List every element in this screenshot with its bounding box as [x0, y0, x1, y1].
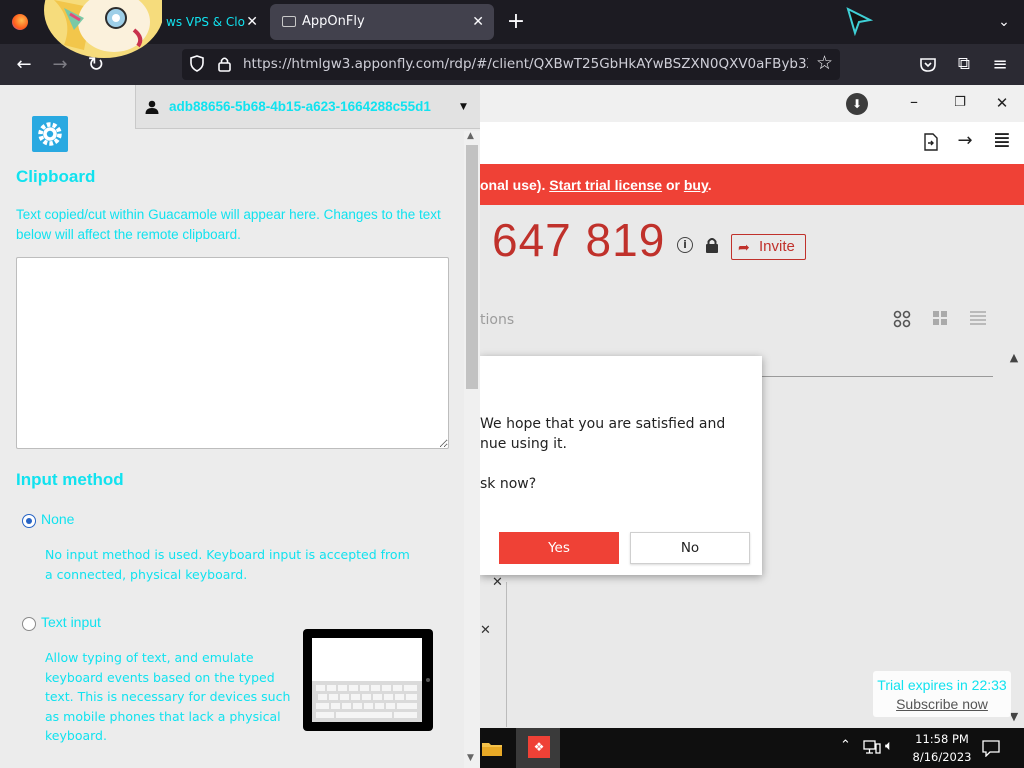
start-trial-license-link[interactable]: Start trial license — [549, 177, 662, 193]
option-none-label[interactable]: None — [41, 511, 74, 527]
padlock-icon[interactable] — [705, 237, 719, 253]
dialog-text-line-3: sk now? — [480, 476, 537, 492]
back-arrow-icon[interactable]: ← — [10, 44, 38, 85]
yes-button[interactable]: Yes — [499, 532, 619, 564]
tab-close-icon[interactable]: ✕ — [246, 4, 258, 40]
user-icon — [145, 99, 159, 114]
tab-apponfly[interactable]: AppOnFly ✕ — [270, 4, 494, 40]
trial-notice: Trial expires in 22:33 Subscribe now — [873, 671, 1011, 717]
menu-hamburger-icon[interactable]: ≡ — [986, 44, 1014, 85]
list-all-tabs-chevron-down-icon[interactable]: ⌄ — [994, 10, 1014, 34]
clock-time[interactable]: 11:58 PM — [912, 732, 972, 746]
bookmark-star-icon[interactable]: ☆ — [816, 52, 833, 74]
option-none-description: No input method is used. Keyboard input … — [45, 547, 410, 582]
radio-text-input[interactable] — [22, 617, 36, 631]
scroll-down-arrow-icon[interactable]: ▼ — [467, 753, 474, 763]
tablet-keyboard-illustration — [303, 629, 433, 731]
tray-chevron-up-icon[interactable]: ⌃ — [840, 738, 854, 758]
tile-view-icon[interactable] — [932, 310, 948, 326]
option-text-input-description: Allow typing of text, and emulate keyboa… — [45, 650, 291, 743]
panel-separator — [506, 582, 507, 727]
buy-link[interactable]: buy — [684, 177, 708, 193]
remote-desktop-area[interactable]: ⬇ – ❐ ✕ → ≣ onal use). Start trial licen… — [480, 85, 1024, 768]
user-menu[interactable]: adb88656-5b68-4b15-a623-1664288c55d1 ▼ — [135, 85, 480, 129]
anydesk-id-number: 647 819 — [492, 214, 666, 266]
no-button[interactable]: No — [630, 532, 750, 564]
anydesk-icon: ❖ — [528, 736, 550, 758]
chevron-down-icon: ▼ — [460, 102, 467, 112]
url-bar[interactable]: https://htmlgw3.apponfly.com/rdp/#/clien… — [182, 49, 840, 80]
close-icon[interactable]: ✕ — [992, 92, 1012, 112]
lock-icon[interactable] — [218, 56, 231, 72]
panel-scrollbar-thumb[interactable] — [466, 145, 478, 389]
share-arrow-icon: ➦ — [738, 239, 750, 255]
panel-close-icon[interactable]: ✕ — [492, 575, 506, 591]
file-explorer-folder-icon[interactable] — [482, 740, 502, 756]
dialog-text-line-1: We hope that you are satisfied and — [480, 416, 726, 432]
volume-icon[interactable]: 🔈︎ — [885, 738, 903, 756]
panel-scrollbar-track[interactable]: ▲ ▼ — [464, 131, 480, 768]
tab-page-icon — [282, 16, 296, 27]
extensions-puzzle-icon[interactable]: ⧉ — [950, 44, 978, 85]
mascot-sticker-image — [44, 0, 162, 58]
app-toolbar: → ≣ — [480, 122, 1024, 164]
download-arrow-icon[interactable]: ⬇ — [846, 93, 868, 115]
minimize-icon[interactable]: – — [904, 92, 924, 112]
radio-none[interactable] — [22, 514, 36, 528]
username-label: adb88656-5b68-4b15-a623-1664288c55d1 — [169, 99, 431, 114]
banner-or-text: or — [662, 177, 684, 193]
info-icon[interactable]: i — [677, 237, 693, 253]
main-menu-icon[interactable]: ≣ — [990, 128, 1014, 153]
clipboard-heading: Clipboard — [16, 167, 96, 186]
clock-date[interactable]: 8/16/2023 — [912, 750, 972, 764]
list-view-icon[interactable] — [969, 310, 987, 326]
scroll-up-icon[interactable]: ▲ — [1006, 351, 1022, 367]
notification-icon[interactable] — [982, 739, 1000, 758]
firefox-icon[interactable] — [12, 14, 28, 30]
license-banner: onal use). Start trial license or buy. — [480, 164, 1024, 205]
tab-vps-label: ws VPS & Clo — [166, 15, 245, 29]
file-transfer-icon[interactable] — [923, 133, 939, 151]
dialog-text-line-2: nue using it. — [480, 436, 567, 452]
anydesk-taskbar-button[interactable]: ❖ — [516, 728, 560, 768]
subscribe-now-link[interactable]: Subscribe now — [873, 696, 1011, 712]
clipboard-description: Text copied/cut within Guacamole will ap… — [16, 207, 441, 242]
trial-expires-text: Trial expires in 22:33 — [877, 677, 1007, 693]
restore-icon[interactable]: ❐ — [950, 92, 970, 112]
option-text-input-label[interactable]: Text input — [41, 614, 101, 630]
guacamole-menu-panel: adb88656-5b68-4b15-a623-1664288c55d1 ▼ ▲… — [0, 85, 480, 768]
pocket-icon[interactable] — [914, 44, 942, 87]
settings-gear-icon[interactable] — [32, 116, 68, 152]
network-icon[interactable] — [863, 739, 881, 755]
invite-label: Invite — [759, 238, 795, 255]
windows-taskbar: ❖ ⌃ 🔈︎ 11:58 PM 8/16/2023 — [480, 728, 1024, 768]
banner-end-text: . — [707, 177, 712, 193]
clipboard-textarea[interactable] — [16, 257, 449, 449]
scroll-up-arrow-icon[interactable]: ▲ — [467, 131, 474, 141]
faded-section-label: tions — [480, 312, 515, 328]
tab-apponfly-label: AppOnFly — [302, 14, 365, 29]
grid-view-icon[interactable] — [893, 310, 911, 328]
feedback-dialog: We hope that you are satisfied and nue u… — [480, 356, 762, 575]
input-method-heading: Input method — [16, 470, 124, 489]
cursor-icon — [845, 6, 874, 37]
url-text[interactable]: https://htmlgw3.apponfly.com/rdp/#/clien… — [243, 49, 808, 80]
panel-close-icon-2[interactable]: ✕ — [480, 623, 494, 639]
new-tab-button[interactable]: + — [504, 6, 528, 38]
banner-text: onal use). — [480, 177, 550, 193]
shield-icon[interactable] — [190, 55, 204, 72]
invite-button[interactable]: ➦ Invite — [731, 234, 806, 260]
browser-tab-bar: ws VPS & Clo ✕ AppOnFly ✕ + ⌄ — [0, 0, 1024, 58]
connect-arrow-icon[interactable]: → — [954, 130, 976, 152]
app-title-bar: ⬇ – ❐ ✕ — [480, 85, 1024, 122]
tab-close-icon[interactable]: ✕ — [472, 4, 484, 40]
